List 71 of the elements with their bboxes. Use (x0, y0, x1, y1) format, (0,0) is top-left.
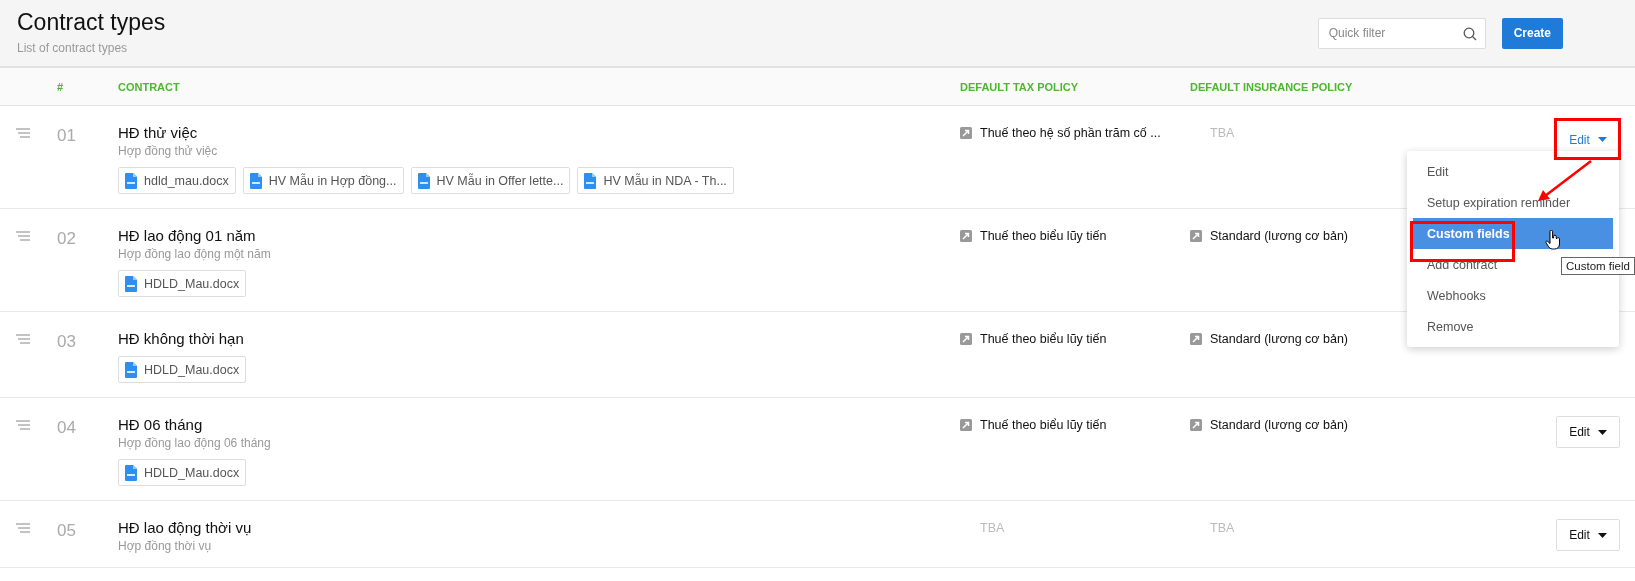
caret-icon (1597, 137, 1607, 142)
external-link-icon[interactable] (960, 333, 972, 345)
file-chip[interactable]: HDLD_Mau.docx (118, 270, 247, 297)
column-header: CONTRACT (118, 80, 181, 93)
file-chip[interactable]: HV Mẫu in Hợp đồng... (242, 167, 404, 194)
contract-name: HĐ lao động 01 năm (118, 227, 257, 244)
policy-name: Thuế theo biểu lũy tiến (980, 332, 1107, 346)
external-link-icon[interactable] (1190, 333, 1202, 345)
external-link-icon[interactable] (960, 127, 972, 139)
document-icon (125, 275, 137, 292)
policy-name: TBA (1210, 126, 1235, 140)
file-chip[interactable]: HV Mẫu in NDA - Th... (577, 167, 734, 194)
document-icon (125, 361, 137, 378)
menu-item[interactable]: Remove (1413, 311, 1613, 342)
row-number: 05 (57, 521, 77, 541)
drag-handle-icon[interactable] (16, 231, 30, 241)
document-icon (125, 172, 137, 189)
file-chip[interactable]: HDLD_Mau.docx (118, 356, 247, 383)
hand-cursor-icon (1545, 230, 1561, 250)
drag-handle-icon[interactable] (16, 334, 30, 344)
row-number: 01 (57, 126, 77, 146)
page-title: Contract types (17, 9, 166, 36)
external-link-icon[interactable] (960, 230, 972, 242)
external-link-icon[interactable] (960, 419, 972, 431)
page-subtitle: List of contract types (17, 41, 129, 55)
file-chip[interactable]: hdld_mau.docx (118, 167, 236, 194)
policy-name: Standard (lương cơ bản) (1210, 332, 1349, 346)
policy-name: TBA (1210, 521, 1235, 535)
edit-dropdown-button[interactable]: Edit (1556, 519, 1620, 551)
contract-description: Hợp đồng thử việc (118, 144, 219, 158)
contract-description: Hợp đồng lao động 06 tháng (118, 436, 272, 450)
policy-name: Thuế theo biểu lũy tiến (980, 418, 1107, 432)
contract-name: HĐ 06 tháng (118, 416, 204, 433)
column-header: # (57, 80, 65, 93)
quick-filter-field[interactable]: Quick filter (1317, 17, 1486, 49)
document-icon (249, 172, 262, 189)
tooltip: Custom field (1561, 257, 1635, 275)
menu-item[interactable]: Edit (1413, 156, 1613, 187)
contract-description: Hợp đồng thời vụ (118, 539, 213, 553)
contract-name: HĐ lao động thời vụ (118, 519, 253, 536)
edit-dropdown-button[interactable]: Edit (1556, 416, 1620, 448)
contract-name: HĐ thử việc (118, 124, 199, 141)
policy-name: Standard (lương cơ bản) (1210, 229, 1349, 243)
create-button[interactable]: Create (1501, 17, 1563, 49)
drag-handle-icon[interactable] (16, 128, 30, 138)
policy-name: Thuế theo biểu lũy tiến (980, 229, 1107, 243)
column-header: DEFAULT TAX POLICY (960, 80, 1080, 93)
search-icon (1462, 26, 1477, 41)
document-icon (417, 172, 430, 189)
menu-item[interactable]: Setup expiration reminder (1413, 187, 1613, 218)
external-link-icon[interactable] (1190, 230, 1202, 242)
drag-handle-icon[interactable] (16, 420, 30, 430)
policy-name: Thuế theo hệ số phần trăm cố ... (980, 126, 1161, 140)
annotation-box (1554, 118, 1621, 160)
menu-item[interactable]: Webhooks (1413, 280, 1613, 311)
row-number: 02 (57, 229, 77, 249)
document-icon (125, 464, 137, 481)
contract-description: Hợp đồng lao động một năm (118, 247, 272, 261)
column-header: DEFAULT INSURANCE POLICY (1190, 80, 1354, 93)
drag-handle-icon[interactable] (16, 523, 30, 533)
caret-icon (1597, 532, 1607, 538)
row-number: 04 (57, 418, 77, 438)
file-chip[interactable]: HDLD_Mau.docx (118, 459, 247, 486)
policy-name: Standard (lương cơ bản) (1210, 418, 1349, 432)
row-number: 03 (57, 332, 77, 352)
file-chip[interactable]: HV Mẫu in Offer lette... (410, 167, 571, 194)
policy-name: TBA (980, 521, 1005, 535)
contract-name: HĐ không thời hạn (118, 330, 245, 347)
caret-icon (1597, 429, 1607, 435)
document-icon (584, 172, 597, 189)
external-link-icon[interactable] (1190, 419, 1202, 431)
